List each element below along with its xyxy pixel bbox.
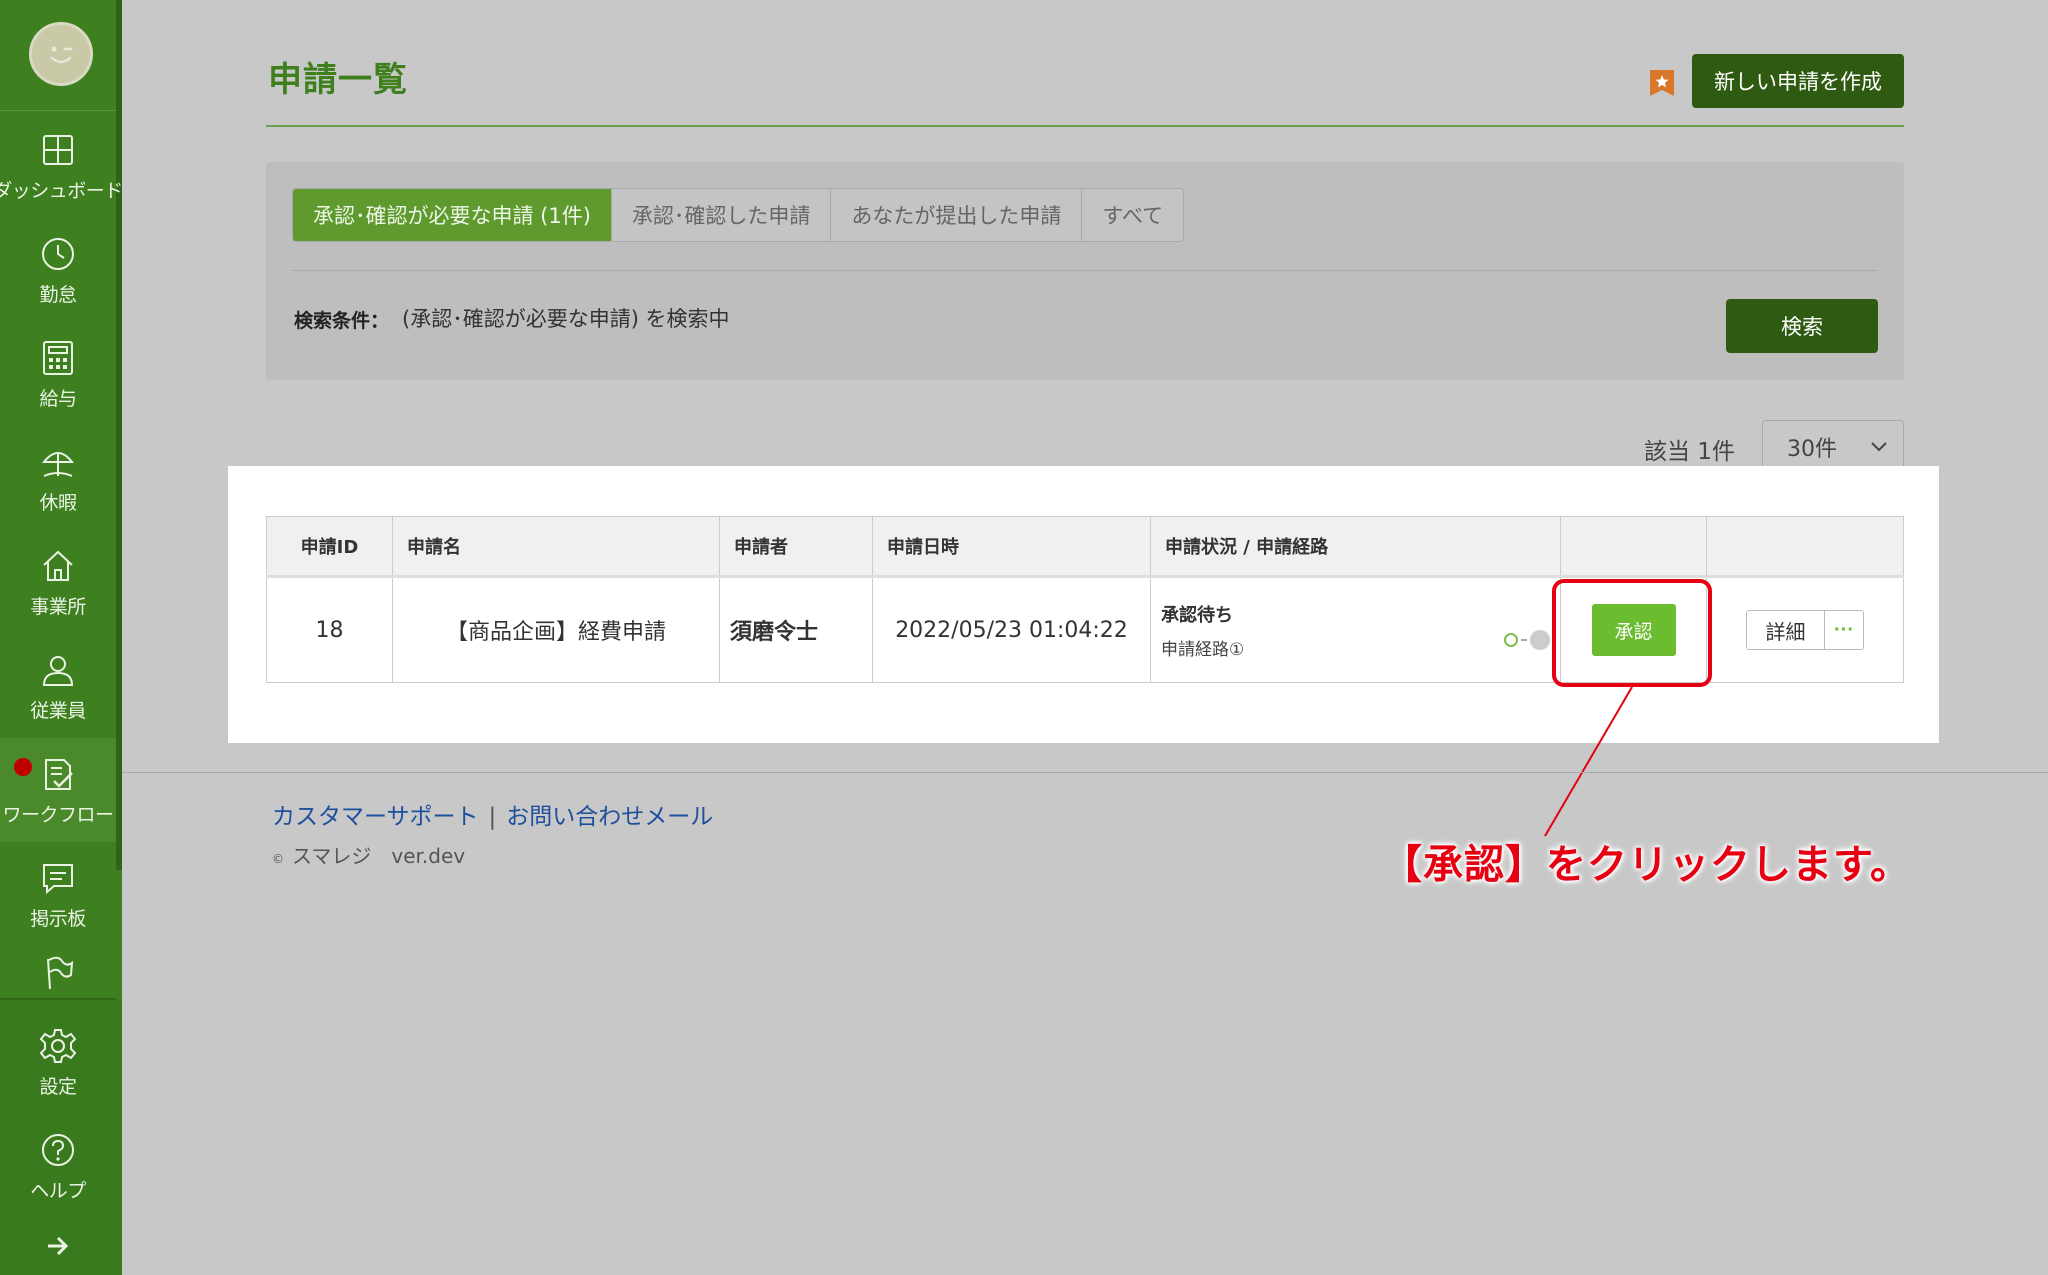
header-applicant[interactable]: 申請者 xyxy=(719,516,873,578)
smiley-icon xyxy=(50,46,73,64)
calculator-icon xyxy=(38,338,78,378)
result-count: 該当 1件 xyxy=(1644,439,1735,465)
header-approve xyxy=(1560,516,1707,578)
route-text: 申請経路① xyxy=(1161,639,1245,660)
chat-icon xyxy=(38,858,78,898)
header-status: 申請状況 / 申請経路 xyxy=(1150,516,1561,578)
footer-links: カスタマーサポート | お問い合わせメール xyxy=(272,797,713,831)
cell-actions: 詳細 ··· xyxy=(1706,576,1904,683)
parasol-icon xyxy=(38,442,78,482)
table-header-row: 申請ID 申請名 申請者 申請日時 申請状況 / 申請経路 xyxy=(266,516,1904,578)
detail-button[interactable]: 詳細 xyxy=(1747,611,1825,649)
per-page-value: 30件 xyxy=(1787,437,1837,462)
tab-needs-approval[interactable]: 承認･確認が必要な申請 (1件) xyxy=(293,189,612,241)
contact-email-link[interactable]: お問い合わせメール xyxy=(506,804,713,830)
sidebar-scrollbar[interactable] xyxy=(116,0,122,870)
cell-applicant: 須磨令士 xyxy=(719,576,873,683)
search-condition-label: 検索条件： xyxy=(294,310,390,332)
search-button[interactable]: 検索 xyxy=(1726,299,1878,353)
more-options-button[interactable]: ··· xyxy=(1825,611,1863,649)
cell-status: 承認待ち 申請経路① xyxy=(1150,576,1561,683)
route-step-current xyxy=(1504,633,1518,647)
route-connector xyxy=(1521,639,1527,641)
header-name[interactable]: 申請名 xyxy=(392,516,720,578)
sidebar-item-payroll[interactable]: 給与 xyxy=(0,322,116,426)
avatar[interactable] xyxy=(29,22,93,86)
sidebar-item-settings[interactable]: 設定 xyxy=(0,1010,116,1114)
row-actions: 詳細 ··· xyxy=(1746,610,1864,650)
header-date[interactable]: 申請日時 xyxy=(872,516,1151,578)
footer-separator: | xyxy=(488,804,497,830)
title-divider xyxy=(266,125,1904,127)
expand-arrow-icon[interactable] xyxy=(46,1236,70,1260)
route-step-pending xyxy=(1530,630,1550,650)
sidebar: ダッシュボード 勤怠 給与 休暇 事業所 従業員 ワークフロー 掲示板 設定 ヘ… xyxy=(0,0,123,1275)
search-condition-text: (承認･確認が必要な申請) を検索中 xyxy=(402,307,730,331)
sidebar-divider xyxy=(0,110,116,111)
copyright-text: スマレジ ver.dev xyxy=(292,844,466,868)
clock-icon xyxy=(38,234,78,274)
page-title: 申請一覧 xyxy=(268,60,408,100)
notification-badge xyxy=(14,758,32,776)
sidebar-item-leave[interactable]: 休暇 xyxy=(0,426,116,530)
tab-submitted[interactable]: あなたが提出した申請 xyxy=(831,189,1083,241)
sidebar-item-dashboard[interactable]: ダッシュボード xyxy=(0,114,123,218)
approve-highlight-box xyxy=(1552,579,1712,687)
customer-support-link[interactable]: カスタマーサポート xyxy=(272,804,479,830)
status-text: 承認待ち xyxy=(1161,604,1233,626)
home-icon xyxy=(38,546,78,586)
sidebar-item-help[interactable]: ヘルプ xyxy=(0,1114,116,1218)
sidebar-item-employees[interactable]: 従業員 xyxy=(0,634,116,738)
help-icon xyxy=(38,1130,78,1170)
sidebar-item-flag[interactable] xyxy=(0,946,116,998)
chevron-down-icon xyxy=(1869,436,1889,462)
callout-text: 【承認】をクリックします。 xyxy=(1382,842,1911,888)
cell-date: 2022/05/23 01:04:22 xyxy=(872,576,1151,683)
workflow-icon xyxy=(38,754,78,794)
tab-all[interactable]: すべて xyxy=(1082,189,1183,241)
cell-id: 18 xyxy=(266,576,393,683)
tab-approved[interactable]: 承認･確認した申請 xyxy=(612,189,832,241)
route-progress xyxy=(1504,630,1550,650)
filter-tabs: 承認･確認が必要な申請 (1件) 承認･確認した申請 あなたが提出した申請 すべ… xyxy=(292,188,1185,242)
filter-divider xyxy=(292,270,1878,271)
header-id[interactable]: 申請ID xyxy=(266,516,393,578)
sidebar-item-workflow[interactable]: ワークフロー xyxy=(0,738,116,842)
footer-divider xyxy=(122,772,2048,773)
bookmark-star-icon[interactable] xyxy=(1648,68,1676,98)
cell-name: 【商品企画】経費申請 xyxy=(392,576,720,683)
gear-icon xyxy=(38,1026,78,1066)
header-actions xyxy=(1706,516,1904,578)
copyright-symbol: © xyxy=(272,852,284,866)
sidebar-item-attendance[interactable]: 勤怠 xyxy=(0,218,116,322)
sidebar-item-bulletin[interactable]: 掲示板 xyxy=(0,842,116,946)
copyright: © スマレジ ver.dev xyxy=(272,840,465,869)
create-application-button[interactable]: 新しい申請を作成 xyxy=(1692,54,1904,108)
dashboard-icon xyxy=(38,130,78,170)
person-icon xyxy=(38,650,78,690)
filter-panel: 承認･確認が必要な申請 (1件) 承認･確認した申請 あなたが提出した申請 すべ… xyxy=(266,162,1904,380)
flag-icon xyxy=(38,954,78,992)
sidebar-item-office[interactable]: 事業所 xyxy=(0,530,116,634)
